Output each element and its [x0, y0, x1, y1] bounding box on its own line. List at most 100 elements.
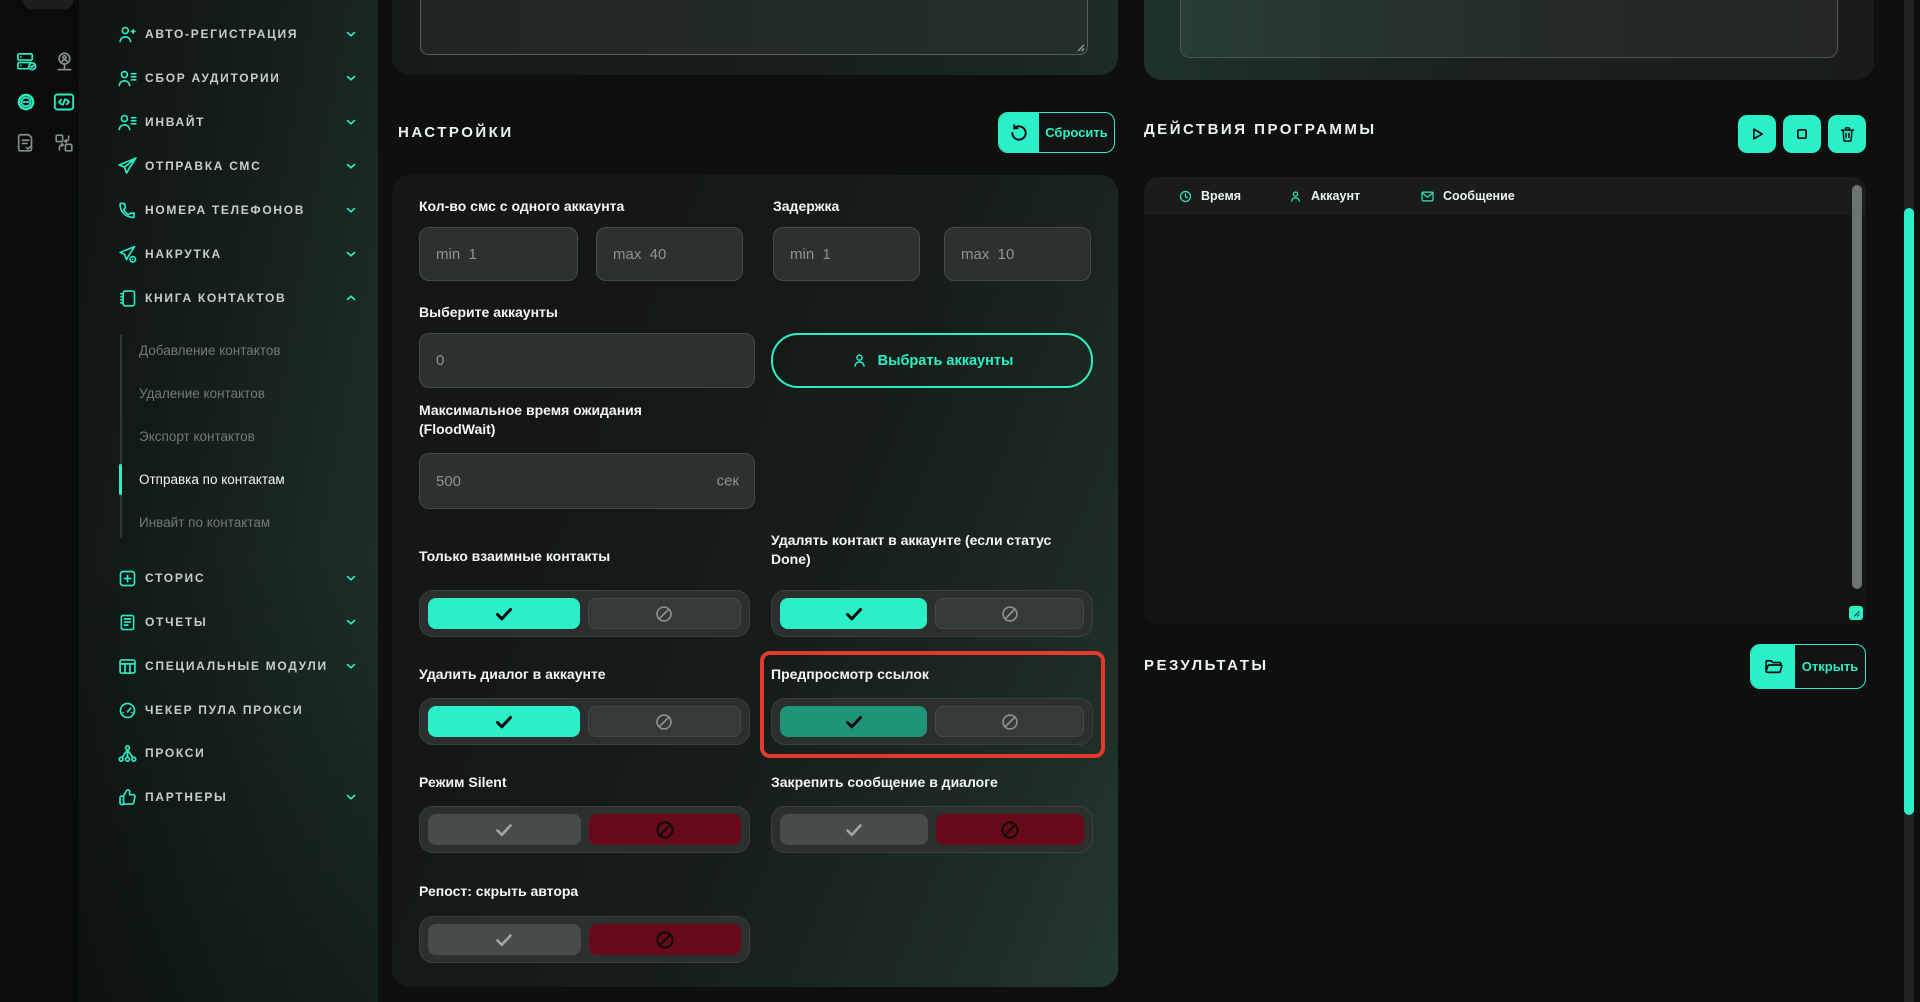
sidebar-item-partners[interactable]: ПАРТНЕРЫ [79, 775, 378, 819]
open-results-button[interactable]: Открыть [1750, 644, 1866, 689]
paper-plane-icon [117, 156, 138, 177]
toggle-yes-button[interactable] [780, 814, 928, 845]
toggle-yes-button[interactable] [428, 598, 580, 629]
delay-min-input[interactable] [773, 227, 920, 281]
sidebar-item-label: ПРОКСИ [145, 746, 205, 760]
sidebar-item-invite[interactable]: ИНВАЙТ [79, 100, 378, 144]
server-check-icon[interactable] [13, 48, 39, 74]
toggle-no-button[interactable] [589, 814, 742, 845]
resize-grip-icon[interactable] [1073, 40, 1085, 52]
toggle-yes-button[interactable] [780, 706, 927, 737]
column-account: Аккаунт [1288, 177, 1360, 215]
sidebar-item-phone-numbers[interactable]: НОМЕРА ТЕЛЕФОНОВ [79, 188, 378, 232]
actions-table-header: Время Аккаунт Сообщение [1144, 177, 1866, 215]
choose-accounts-label: Выбрать аккаунты [878, 353, 1014, 369]
message-textarea[interactable] [420, 0, 1088, 55]
sidebar-item-proxy[interactable]: ПРОКСИ [79, 731, 378, 775]
accounts-label: Выберите аккаунты [419, 303, 558, 322]
person-list-icon [117, 112, 138, 133]
code-window-icon[interactable] [51, 89, 77, 115]
sidebar-item-send-sms[interactable]: ОТПРАВКА СМС [79, 144, 378, 188]
check-icon [492, 602, 516, 626]
stop-icon [1792, 124, 1812, 144]
submenu-item-delete-contacts[interactable]: Удаление контактов [120, 372, 378, 415]
sidebar-item-label: НАКРУТКА [145, 247, 222, 261]
sidebar-item-auto-registration[interactable]: АВТО-РЕГИСТРАЦИЯ [79, 12, 378, 56]
person-plus-icon [117, 24, 138, 45]
chevron-down-icon [344, 203, 358, 217]
sidebar-item-label: ОТПРАВКА СМС [145, 159, 261, 173]
ban-icon [653, 928, 677, 952]
sidebar-item-audience[interactable]: СБОР АУДИТОРИИ [79, 56, 378, 100]
settings-card: Кол-во смс с одного аккаунта Задержка Вы… [392, 175, 1118, 987]
sidebar-item-label: ОТЧЕТЫ [145, 615, 207, 629]
sidebar-item-label: ЧЕКЕР ПУЛА ПРОКСИ [145, 703, 303, 717]
repost-hide-author-toggle [419, 916, 750, 963]
chevron-down-icon [344, 571, 358, 585]
pin-message-toggle [771, 806, 1093, 853]
right-top-textarea[interactable] [1180, 0, 1838, 58]
toggle-no-button[interactable] [589, 924, 742, 955]
sidebar-item-special-modules[interactable]: СПЕЦИАЛЬНЫЕ МОДУЛИ [79, 644, 378, 688]
stop-button[interactable] [1783, 115, 1821, 153]
plus-square-icon [117, 568, 138, 589]
sidebar-item-reports[interactable]: ОТЧЕТЫ [79, 600, 378, 644]
start-button[interactable] [1738, 115, 1776, 153]
notebook-icon [117, 288, 138, 309]
toggle-yes-button[interactable] [428, 706, 580, 737]
floodwait-input[interactable] [419, 453, 755, 509]
page-scrollbar-thumb[interactable] [1904, 208, 1914, 815]
toggle-no-button[interactable] [936, 814, 1084, 845]
reset-button[interactable]: Сбросить [998, 112, 1115, 153]
chevron-down-icon [344, 247, 358, 261]
choose-accounts-button[interactable]: Выбрать аккаунты [771, 333, 1093, 388]
swap-icon[interactable] [51, 130, 77, 156]
document-check-icon[interactable] [13, 130, 39, 156]
delay-max-input[interactable] [944, 227, 1091, 281]
ban-icon [998, 818, 1022, 842]
accounts-count-input[interactable] [419, 333, 755, 388]
chevron-down-icon [344, 115, 358, 129]
sidebar-item-label: НОМЕРА ТЕЛЕФОНОВ [145, 203, 305, 217]
thumbs-up-icon [117, 787, 138, 808]
toggle-no-button[interactable] [935, 706, 1084, 737]
pin-message-label: Закрепить сообщение в диалоге [771, 773, 1101, 792]
envelope-icon [1420, 189, 1435, 204]
toggle-no-button[interactable] [588, 706, 742, 737]
sidebar-item-label: СПЕЦИАЛЬНЫЕ МОДУЛИ [145, 659, 328, 673]
table-resize-handle[interactable] [1849, 606, 1863, 620]
ban-icon [653, 603, 675, 625]
sms-min-input[interactable] [419, 227, 578, 281]
sidebar-item-boost[interactable]: НАКРУТКА [79, 232, 378, 276]
table-scrollbar-thumb[interactable] [1852, 185, 1862, 589]
check-icon [492, 710, 516, 734]
toggle-no-button[interactable] [935, 598, 1084, 629]
ban-icon [999, 603, 1021, 625]
chevron-down-icon [344, 159, 358, 173]
gauge-icon [117, 700, 138, 721]
chevron-down-icon [344, 659, 358, 673]
sidebar-item-contact-book[interactable]: КНИГА КОНТАКТОВ [79, 276, 378, 320]
sidebar-item-stories[interactable]: СТОРИС [79, 556, 378, 600]
toggle-yes-button[interactable] [428, 924, 581, 955]
toggle-yes-button[interactable] [428, 814, 581, 845]
paper-plane-badge-icon [117, 244, 138, 265]
submenu-item-export-contacts[interactable]: Экспорт контактов [120, 415, 378, 458]
clear-button[interactable] [1828, 115, 1866, 153]
webcam-icon[interactable] [51, 48, 77, 74]
floodwait-suffix: сек [717, 473, 739, 490]
silent-mode-label: Режим Silent [419, 773, 507, 792]
chevron-down-icon [344, 615, 358, 629]
reset-label: Сбросить [1039, 113, 1114, 152]
toggle-yes-button[interactable] [780, 598, 927, 629]
toggle-no-button[interactable] [588, 598, 742, 629]
delay-label: Задержка [773, 197, 839, 216]
delete-dialog-toggle [419, 698, 750, 745]
sidebar-item-proxy-pool-checker[interactable]: ЧЕКЕР ПУЛА ПРОКСИ [79, 688, 378, 732]
submenu-item-send-by-contacts[interactable]: Отправка по контактам [120, 458, 378, 501]
submenu-item-add-contacts[interactable]: Добавление контактов [120, 329, 378, 372]
submenu-item-invite-by-contacts[interactable]: Инвайт по контактам [120, 501, 378, 544]
gear-icon[interactable] [13, 89, 39, 115]
sidebar-item-label: КНИГА КОНТАКТОВ [145, 291, 286, 305]
sms-max-input[interactable] [596, 227, 743, 281]
